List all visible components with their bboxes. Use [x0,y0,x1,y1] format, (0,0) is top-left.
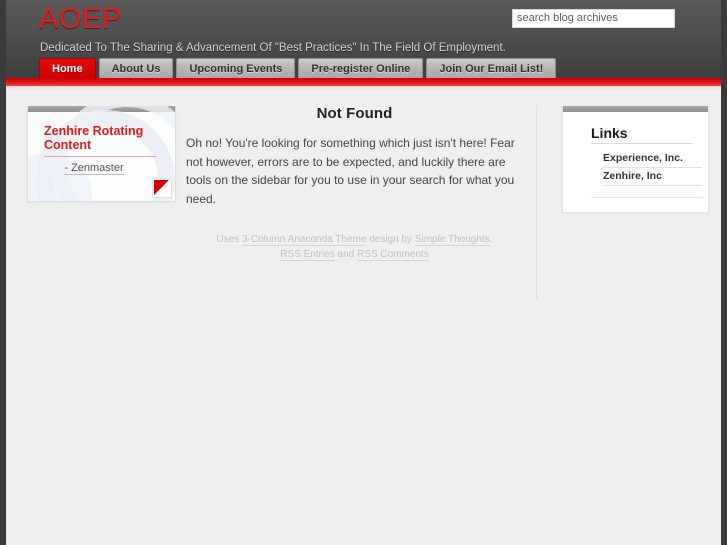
nav-tab-join-email-list[interactable]: Join Our Email List! [426,58,557,78]
nav-tab-about-us[interactable]: About Us [98,58,174,78]
link-experience-inc[interactable]: Experience, Inc. [603,152,683,164]
rss-credit-line: RSS Entries and RSS Comments [186,248,523,263]
designer-link[interactable]: Simple Thoughts [414,234,490,246]
theme-credit-line: Uses 3-Column Anaconda Theme design by S… [186,233,523,248]
page-root: AOEP Dedicated To The Sharing & Advancem… [0,0,727,545]
nav-tab-upcoming-events[interactable]: Upcoming Events [176,58,296,78]
link-zenhire-inc[interactable]: Zenhire, Inc [603,170,662,182]
primary-navigation: Home About Us Upcoming Events Pre-regist… [39,58,557,78]
credit-suffix: . [489,234,493,245]
rss-comments-link[interactable]: RSS Comments [357,248,429,261]
search-input[interactable] [512,8,675,28]
nav-tab-pre-register-online[interactable]: Pre-register Online [298,58,424,78]
rotating-content-author: - Zenmaster [28,162,160,175]
theme-credits: Uses 3-Column Anaconda Theme design by S… [186,233,523,262]
list-item[interactable]: Experience, Inc. [603,150,702,168]
rotating-content-body: Zenhire Rotating Content - Zenmaster [28,112,175,175]
links-list: Experience, Inc. Zenhire, Inc [563,150,708,186]
header-red-rule-fade [0,86,727,91]
links-widget: Links Experience, Inc. Zenhire, Inc [562,106,709,213]
rotating-content-title[interactable]: Zenhire Rotating Content [44,124,156,157]
right-sidebar: Links Experience, Inc. Zenhire, Inc [562,106,709,213]
links-widget-title: Links [591,125,693,144]
search-form [512,8,675,28]
nav-tab-home[interactable]: Home [39,58,96,78]
links-bottom-rule [591,197,702,198]
site-tagline: Dedicated To The Sharing & Advancement O… [40,42,506,54]
credit-middle: design by [366,234,415,245]
page-title: Not Found [316,105,393,122]
rss-entries-link[interactable]: RSS Entries [280,248,335,261]
rotating-content-author-label: - Zenmaster [64,162,124,175]
rss-conjunction: and [334,248,358,260]
red-corner-flag-icon [152,178,172,198]
left-sidebar: Zenhire Rotating Content - Zenmaster [27,106,176,202]
header-red-rule [0,78,727,86]
main-column: Not Found Oh no! You're looking for some… [186,105,523,262]
page-body-text: Oh no! You're looking for something whic… [186,136,515,206]
site-title: AOEP [39,3,122,35]
content-area: Zenhire Rotating Content - Zenmaster Not… [6,91,721,545]
widget-title-bar [563,106,708,112]
credit-prefix: Uses [216,234,243,245]
list-item[interactable]: Zenhire, Inc [603,168,702,186]
column-divider [536,105,537,300]
theme-link[interactable]: 3-Column Anaconda Theme [242,234,367,246]
rotating-content-widget: Zenhire Rotating Content - Zenmaster [27,106,176,202]
